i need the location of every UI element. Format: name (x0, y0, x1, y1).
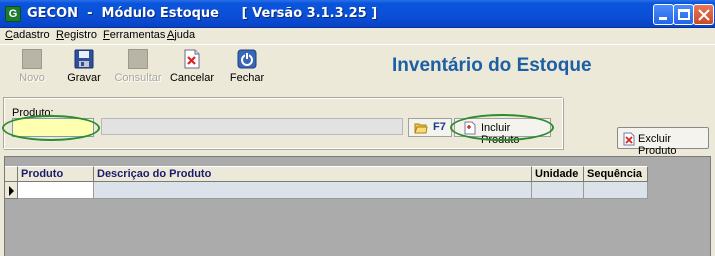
grid-cell-descricao[interactable] (94, 182, 532, 199)
produto-code-input[interactable] (12, 118, 94, 137)
app-icon: G (5, 6, 21, 22)
page-title: Inventário do Estoque (392, 55, 592, 76)
gravar-label: Gravar (67, 72, 101, 84)
grid-corner-header (5, 166, 18, 182)
query-icon (128, 49, 148, 69)
cancel-document-icon (184, 49, 200, 69)
maximize-button[interactable] (673, 4, 694, 25)
cancelar-button[interactable]: Cancelar (166, 47, 218, 87)
consultar-label: Consultar (114, 72, 162, 84)
menu-ferramentas[interactable]: Ferramentas (103, 29, 165, 41)
maximize-icon (678, 9, 690, 20)
folder-icon (414, 123, 428, 134)
delete-document-icon (623, 132, 635, 146)
menu-ajuda[interactable]: Ajuda (167, 29, 195, 41)
novo-label: Novo (19, 72, 45, 84)
novo-button[interactable]: Novo (6, 47, 58, 87)
incluir-produto-button[interactable]: Incluir Produto (454, 118, 551, 146)
grid-header-unidade[interactable]: Unidade (532, 166, 584, 182)
current-row-arrow-icon (9, 186, 14, 196)
produto-description-field (101, 118, 403, 135)
grid-header-produto[interactable]: Produto (18, 166, 94, 182)
f7-label: F7 (433, 121, 446, 133)
power-icon (237, 49, 257, 69)
minimize-icon (659, 17, 667, 20)
add-document-icon (464, 121, 476, 135)
grid-header-sequencia[interactable]: Sequência (584, 166, 648, 182)
cancelar-label: Cancelar (169, 72, 215, 84)
menu-registro[interactable]: Registro (56, 29, 97, 41)
row-indicator[interactable] (5, 182, 18, 199)
grid-top-gap (5, 157, 710, 166)
close-button[interactable] (693, 4, 714, 25)
window-title: GECON - Módulo Estoque [ Versão 3.1.3.25… (27, 6, 378, 21)
new-icon (22, 49, 42, 69)
incluir-label: Incluir Produto (481, 122, 520, 146)
fechar-button[interactable]: Fechar (221, 47, 273, 87)
excluir-produto-button[interactable]: Excluir Produto (617, 127, 709, 157)
grid-header-descricao[interactable]: Descriçao do Produto (94, 166, 532, 182)
save-disk-icon (74, 49, 94, 69)
close-icon (698, 9, 710, 21)
grid-cell-sequencia[interactable] (584, 182, 648, 199)
excluir-label: Excluir Produto (638, 133, 677, 157)
grid-cell-unidade[interactable] (532, 182, 584, 199)
grid-cell-produto[interactable] (18, 182, 94, 199)
fechar-label: Fechar (229, 72, 265, 84)
menu-cadastro[interactable]: Cadastro (5, 29, 50, 41)
f7-lookup-button[interactable]: F7 (408, 118, 452, 137)
consultar-button[interactable]: Consultar (112, 47, 164, 87)
minimize-button[interactable] (653, 4, 674, 25)
gravar-button[interactable]: Gravar (58, 47, 110, 87)
